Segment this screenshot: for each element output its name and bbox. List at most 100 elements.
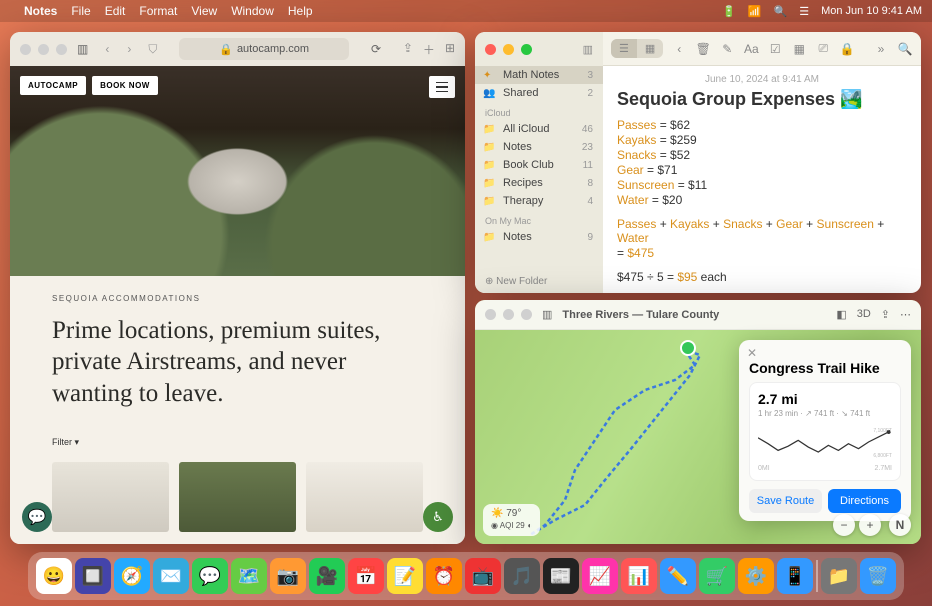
dock-app-9[interactable]: 📝 xyxy=(387,558,423,594)
new-tab-icon[interactable]: ＋ xyxy=(423,41,435,58)
table-icon[interactable]: ▦ xyxy=(791,42,807,56)
maps-title: Three Rivers — Tulare County xyxy=(562,309,719,321)
checklist-icon[interactable]: ☑ xyxy=(767,42,783,56)
save-route-button[interactable]: Save Route xyxy=(749,489,822,513)
back-icon[interactable]: ‹ xyxy=(671,42,687,56)
zoom-out-button[interactable]: − xyxy=(833,514,855,536)
dock-app-15[interactable]: 📊 xyxy=(621,558,657,594)
weather-badge[interactable]: ☀️ 79° ◉ AQI 29 ◐ xyxy=(483,504,540,536)
zoom-in-button[interactable]: + xyxy=(859,514,881,536)
control-center-icon[interactable]: ☰ xyxy=(799,5,809,18)
trash-icon[interactable]: 🗑 xyxy=(695,42,711,56)
dock-app-13[interactable]: 📰 xyxy=(543,558,579,594)
menubar-item-view[interactable]: View xyxy=(191,4,217,18)
compass-button[interactable]: N xyxy=(889,514,911,536)
thumb-3[interactable] xyxy=(306,462,423,532)
view-toggle[interactable]: ☰▦ xyxy=(611,39,663,58)
format-icon[interactable]: Aa xyxy=(743,42,759,56)
svg-text:6,800FT: 6,800FT xyxy=(873,453,892,459)
note-body[interactable]: Passes = $62Kayaks = $259Snacks = $52Gea… xyxy=(617,118,907,207)
notes-window: ▥ ✦Math Notes3 👥Shared2 iCloud 📁All iClo… xyxy=(475,32,921,293)
dock-app-7[interactable]: 🎥 xyxy=(309,558,345,594)
menubar-item-window[interactable]: Window xyxy=(231,4,274,18)
dock-app-10[interactable]: ⏰ xyxy=(426,558,462,594)
maps-traffic-lights[interactable] xyxy=(485,309,532,320)
dock-app-14[interactable]: 📈 xyxy=(582,558,618,594)
notes-traffic-lights[interactable] xyxy=(485,44,532,55)
dock-app-20[interactable]: 📁 xyxy=(821,558,857,594)
notes-sidebar-icon[interactable]: ▥ xyxy=(583,43,593,56)
filter-dropdown[interactable]: Filter ▾ xyxy=(52,437,423,448)
note-sum-expr[interactable]: Passes + Kayaks + Snacks + Gear + Sunscr… xyxy=(617,217,907,245)
compose-icon[interactable]: ✎ xyxy=(719,42,735,56)
folder-math-notes[interactable]: ✦Math Notes3 xyxy=(475,66,603,84)
folder-all-icloud[interactable]: 📁All iCloud46 xyxy=(475,120,603,138)
dock-app-4[interactable]: 💬 xyxy=(192,558,228,594)
book-now-button[interactable]: BOOK NOW xyxy=(92,76,158,95)
map-3d-icon[interactable]: 3D xyxy=(857,308,871,321)
folder-therapy[interactable]: 📁Therapy4 xyxy=(475,192,603,210)
battery-icon[interactable]: 🔋 xyxy=(722,5,736,18)
search-icon[interactable]: 🔍 xyxy=(774,5,788,18)
forward-button[interactable]: › xyxy=(120,42,138,56)
lock-icon: 🔒 xyxy=(219,43,233,56)
dock-app-6[interactable]: 📷 xyxy=(270,558,306,594)
thumb-1[interactable] xyxy=(52,462,169,532)
map-share-icon[interactable]: ⇪ xyxy=(881,308,890,321)
menubar-datetime[interactable]: Mon Jun 10 9:41 AM xyxy=(821,5,922,17)
dock-app-17[interactable]: 🛒 xyxy=(699,558,735,594)
new-folder-button[interactable]: ⊕ New Folder xyxy=(475,270,603,293)
dock-app-18[interactable]: ⚙️ xyxy=(738,558,774,594)
back-button[interactable]: ‹ xyxy=(98,42,116,56)
directions-button[interactable]: Directions xyxy=(828,489,901,513)
shield-icon[interactable]: ⛉ xyxy=(148,42,157,57)
logo-pill[interactable]: AUTOCAMP xyxy=(20,76,86,95)
dock-app-19[interactable]: 📱 xyxy=(777,558,813,594)
reload-icon[interactable]: ⟳ xyxy=(371,42,381,56)
dock-app-3[interactable]: ✉️ xyxy=(153,558,189,594)
search-icon[interactable]: 🔍 xyxy=(897,42,913,56)
page-kicker: SEQUOIA ACCOMMODATIONS xyxy=(52,294,423,303)
dock-app-12[interactable]: 🎵 xyxy=(504,558,540,594)
accessibility-fab[interactable]: ♿︎ xyxy=(423,502,453,532)
map-mode-icon[interactable]: ◧ xyxy=(836,308,846,321)
dock-app-11[interactable]: 📺 xyxy=(465,558,501,594)
address-url: autocamp.com xyxy=(237,43,309,55)
folder-notes[interactable]: 📁Notes23 xyxy=(475,138,603,156)
address-bar[interactable]: 🔒 autocamp.com xyxy=(179,38,349,60)
safari-traffic-lights[interactable] xyxy=(20,44,67,55)
close-icon[interactable]: ✕ xyxy=(747,346,757,360)
share-icon[interactable]: ⇪ xyxy=(403,41,413,58)
sidebar-icon[interactable]: ▥ xyxy=(77,42,88,56)
note-title[interactable]: Sequoia Group Expenses 🏞️ xyxy=(617,89,907,110)
menubar-app-name[interactable]: Notes xyxy=(24,4,57,18)
media-icon[interactable]: ⎚ xyxy=(815,41,831,56)
folder-shared[interactable]: 👥Shared2 xyxy=(475,84,603,102)
menubar-item-file[interactable]: File xyxy=(71,4,90,18)
dock: 😀🔲🧭✉️💬🗺️📷🎥📅📝⏰📺🎵📰📈📊✏️🛒⚙️📱📁🗑️ xyxy=(28,552,904,600)
menubar-item-help[interactable]: Help xyxy=(288,4,313,18)
route-title: Congress Trail Hike xyxy=(749,360,901,376)
dock-app-0[interactable]: 😀 xyxy=(36,558,72,594)
folder-book-club[interactable]: 📁Book Club11 xyxy=(475,156,603,174)
dock-app-21[interactable]: 🗑️ xyxy=(860,558,896,594)
map-more-icon[interactable]: ⋯ xyxy=(900,308,911,321)
menubar-item-edit[interactable]: Edit xyxy=(105,4,126,18)
wifi-icon[interactable]: 📶 xyxy=(748,5,762,18)
maps-sidebar-icon[interactable]: ▥ xyxy=(542,308,552,321)
tabs-icon[interactable]: ⊞ xyxy=(445,41,455,58)
dock-app-5[interactable]: 🗺️ xyxy=(231,558,267,594)
dock-app-8[interactable]: 📅 xyxy=(348,558,384,594)
folder-local-notes[interactable]: 📁Notes9 xyxy=(475,228,603,246)
more-icon[interactable]: » xyxy=(873,42,889,56)
thumb-2[interactable] xyxy=(179,462,296,532)
folder-recipes[interactable]: 📁Recipes8 xyxy=(475,174,603,192)
dock-app-2[interactable]: 🧭 xyxy=(114,558,150,594)
dock-app-1[interactable]: 🔲 xyxy=(75,558,111,594)
dock-app-16[interactable]: ✏️ xyxy=(660,558,696,594)
hamburger-menu[interactable] xyxy=(429,76,455,98)
chat-fab[interactable]: 💬 xyxy=(22,502,52,532)
lock-icon[interactable]: 🔒 xyxy=(839,42,855,56)
menubar-item-format[interactable]: Format xyxy=(139,4,177,18)
elevation-chart: 7,100FT 6,800FT xyxy=(758,422,892,462)
